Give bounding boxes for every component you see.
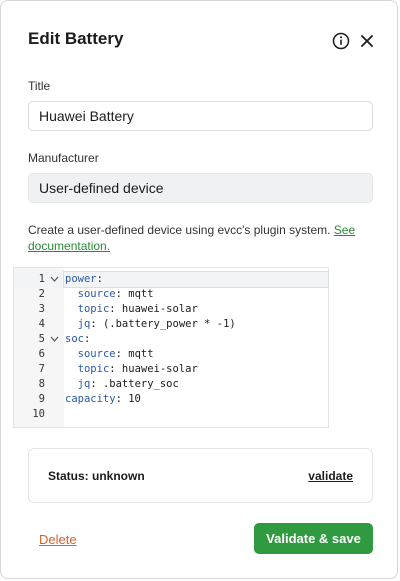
yaml-value: huawei-solar [121,303,198,315]
editor-line[interactable]: 10 [14,407,328,422]
editor-line[interactable]: 7 topic: huawei-solar [14,362,328,377]
line-number: 10 [32,408,45,420]
title-label: Title [28,79,51,93]
code-text: soc: [64,332,328,347]
description-text: Create a user-defined device using evcc'… [28,223,331,237]
code-text: source: mqtt [64,287,328,302]
validate-link[interactable]: validate [308,469,353,483]
editor-line[interactable]: 4 jq: (.battery_power * -1) [14,317,328,332]
yaml-colon: : [96,273,103,285]
yaml-key: power [65,273,97,285]
line-number: 1 [38,273,45,285]
yaml-value: (.battery_power * -1) [102,318,236,330]
yaml-colon: : [83,333,91,345]
line-number: 8 [38,378,45,390]
line-number: 3 [38,303,45,315]
edit-battery-modal: Edit Battery Title Manufacturer User-def… [0,0,398,579]
info-icon[interactable] [332,32,350,50]
code-text: jq: (.battery_power * -1) [64,317,328,332]
manufacturer-label: Manufacturer [28,151,99,165]
yaml-editor[interactable]: 1 power: 2 source: mqtt 3 topic: huawei-sol… [13,267,329,428]
close-icon[interactable] [358,32,376,50]
validate-save-button[interactable]: Validate & save [254,523,373,554]
line-number: 9 [38,393,45,405]
status-text: Status: unknown [48,469,145,483]
yaml-value: huawei-solar [121,363,198,375]
line-number: 7 [38,363,45,375]
plugin-description: Create a user-defined device using evcc'… [28,222,378,254]
delete-button[interactable]: Delete [39,532,77,547]
editor-line[interactable]: 6 source: mqtt [14,347,328,362]
modal-title: Edit Battery [28,29,124,48]
yaml-key: topic [77,303,110,315]
editor-line[interactable]: 2 source: mqtt [14,287,328,302]
yaml-key: topic [77,363,110,375]
status-panel: Status: unknown validate [28,448,373,503]
manufacturer-select[interactable]: User-defined device [28,173,373,203]
line-number: 2 [38,288,45,300]
yaml-value: mqtt [128,348,154,360]
yaml-key: source [77,348,116,360]
editor-line[interactable]: 8 jq: .battery_soc [14,377,328,392]
editor-line[interactable]: 5 soc: [14,332,328,347]
yaml-key: jq [77,318,91,330]
code-text: topic: huawei-solar [64,302,328,317]
code-text: capacity: 10 [64,392,328,407]
code-text: power: [63,271,329,288]
yaml-value: 10 [128,393,141,405]
line-number: 4 [38,318,45,330]
code-text: topic: huawei-solar [64,362,328,377]
editor-line[interactable]: 1 power: [14,271,329,288]
yaml-value: mqtt [128,288,154,300]
line-number: 6 [38,348,45,360]
editor-line[interactable]: 3 topic: huawei-solar [14,302,328,317]
title-input[interactable] [28,101,373,131]
yaml-key: source [77,288,116,300]
yaml-value: .battery_soc [102,378,179,390]
editor-line[interactable]: 9 capacity: 10 [14,392,328,407]
code-text: jq: .battery_soc [64,377,328,392]
line-number: 5 [38,333,45,345]
yaml-key: soc [65,333,84,345]
code-text: source: mqtt [64,347,328,362]
yaml-key: capacity [65,393,116,405]
yaml-key: jq [77,378,91,390]
